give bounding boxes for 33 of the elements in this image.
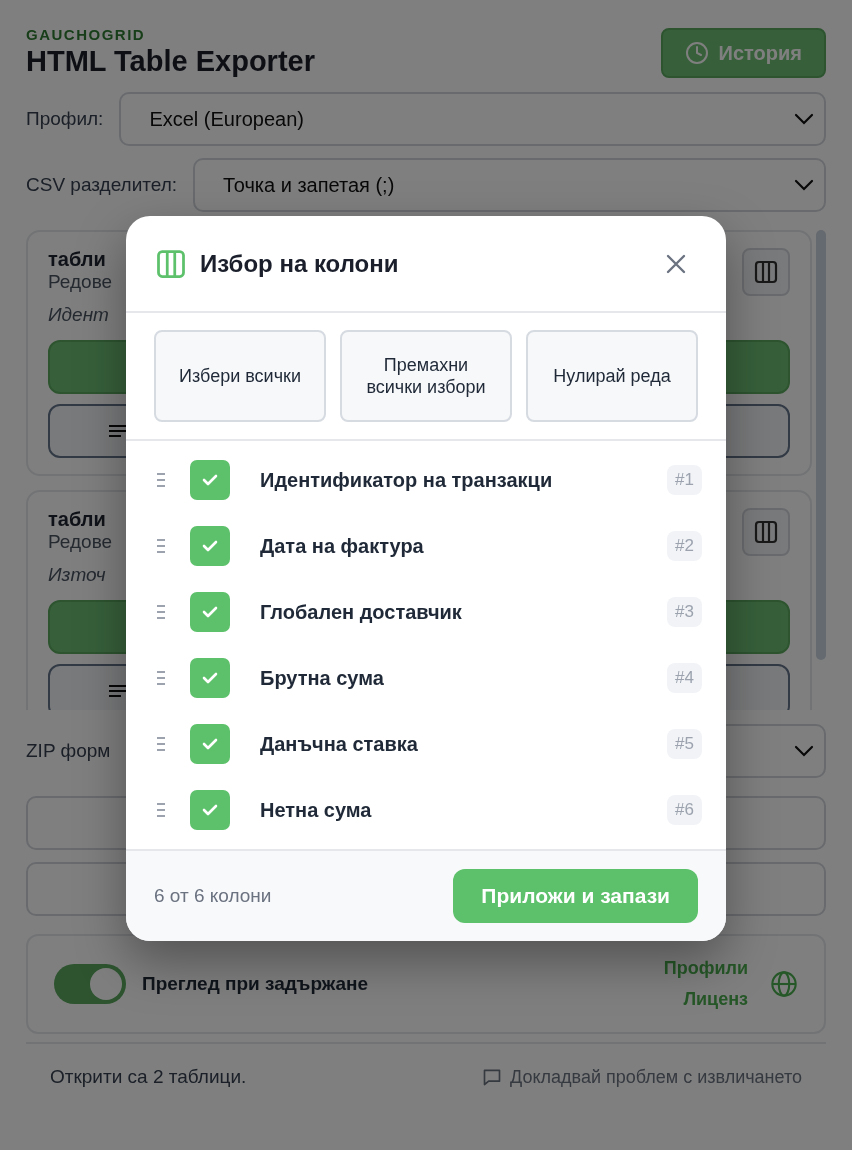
column-index: #6	[667, 795, 702, 825]
report-link[interactable]: Докладвай проблем с извличането	[482, 1066, 802, 1088]
csv-delimiter-label: CSV разделител:	[26, 174, 178, 196]
csv-delimiter-select[interactable]: Точка и запетая (;)	[193, 158, 826, 212]
column-name: Глобален доставчик	[260, 600, 463, 624]
column-index: #1	[667, 465, 702, 495]
action-button[interactable]: Премахни всички избори	[340, 330, 512, 422]
profile-select[interactable]: Excel (European)	[119, 92, 826, 146]
hover-preview-label: Преглед при задържане	[142, 973, 369, 995]
column-list: Идент	[48, 304, 109, 326]
column-name: Нетна сума	[260, 798, 373, 822]
table-title: табли	[48, 248, 107, 271]
column-index: #2	[667, 531, 702, 561]
column-list: Източ	[48, 564, 106, 586]
column-name: Идентификатор на транзакци	[260, 468, 554, 492]
column-name: Дата на фактура	[260, 534, 425, 558]
profile-label: Профил:	[26, 108, 104, 130]
column-name: Брутна сума	[260, 666, 385, 690]
row-count: Редове	[48, 531, 113, 553]
app-title: HTML Table Exporter	[26, 45, 315, 78]
column-name: Данъчна ставка	[260, 732, 419, 756]
column-index: #5	[667, 729, 702, 759]
zip-format-label: ZIP форм	[26, 740, 111, 762]
action-button[interactable]: Нулирай реда	[526, 330, 698, 422]
row-count: Редове	[48, 271, 113, 293]
column-index: #3	[667, 597, 702, 627]
status-text: Открити са 2 таблици.	[50, 1066, 247, 1088]
action-button[interactable]: Избери всички	[154, 330, 326, 422]
column-count: 6 от 6 колони	[154, 885, 272, 907]
dialog-title: Избор на колони	[200, 249, 399, 278]
brand-name: GAUCHOGRID	[26, 26, 147, 43]
table-title: табли	[48, 508, 107, 531]
column-index: #4	[667, 663, 702, 693]
